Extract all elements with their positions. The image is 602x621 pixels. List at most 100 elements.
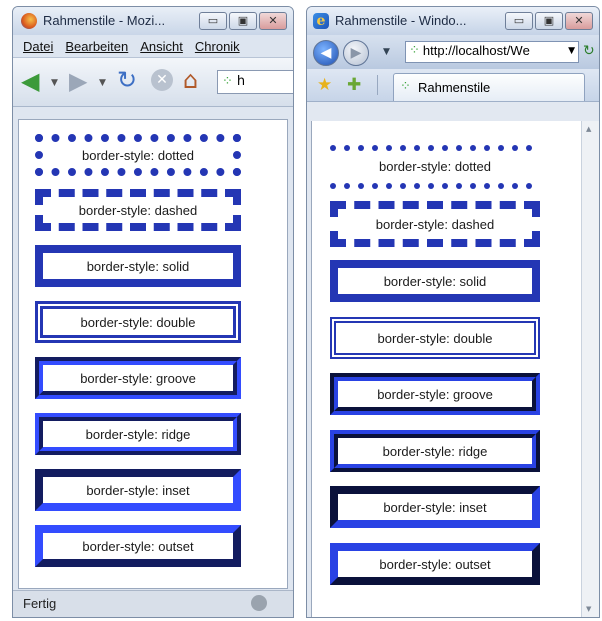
forward-arrow-icon[interactable]: ▶ (69, 67, 87, 95)
outset-box: border-style: outset (35, 525, 241, 567)
border-dot (428, 145, 434, 151)
favorites-star-icon[interactable]: ★ (317, 75, 332, 95)
stop-icon[interactable]: ✕ (151, 69, 173, 91)
url-dropdown-icon[interactable]: ▼ (568, 46, 575, 56)
border-dot (456, 183, 462, 189)
border-dot (358, 183, 364, 189)
dotted-box: border-style: dotted (35, 134, 241, 176)
border-dot (400, 145, 406, 151)
scroll-up-icon[interactable]: ▲ (586, 125, 591, 133)
firefox-window: Rahmenstile - Mozi... ▭ ▣ ✕ Datei Bearbe… (12, 6, 294, 618)
double-box: border-style: double (35, 301, 241, 343)
menu-bar: Datei Bearbeiten Ansicht Chronik (13, 35, 293, 58)
url-field[interactable]: ⁘ http://localhost/Wе ▼ (405, 41, 579, 63)
tab-row: ★ ✚ ⁘ Rahmenstile (307, 69, 599, 102)
firefox-page-content: border-style: dotted border-style: dashe… (18, 119, 288, 589)
border-dot (414, 145, 420, 151)
add-favorites-icon[interactable]: ✚ (347, 75, 361, 95)
close-button[interactable]: ✕ (259, 12, 287, 30)
url-text: http://localhost/Wе (422, 43, 530, 58)
border-dot (526, 145, 532, 151)
back-arrow-icon[interactable]: ◀ (21, 67, 39, 95)
refresh-icon[interactable]: ↻ (583, 43, 595, 59)
window-title: Rahmenstile - Mozi... (43, 13, 166, 28)
tab-label: Rahmenstile (418, 80, 491, 95)
window-controls: ▭ ▣ ✕ (199, 12, 287, 30)
border-dot (344, 145, 350, 151)
dashed-box: border-style: dashed (35, 189, 241, 231)
navigation-toolbar: ◀ ▼ ▶ ▼ ↻ ✕ ⌂ ⁘ h (13, 58, 293, 107)
border-dot (484, 145, 490, 151)
inset-box: border-style: inset (35, 469, 241, 511)
dashed-box: border-style: dashed (330, 201, 540, 247)
maximize-button[interactable]: ▣ (535, 12, 563, 30)
double-box: border-style: double (330, 317, 540, 359)
status-text: Fertig (23, 596, 57, 611)
border-dot (512, 183, 518, 189)
maximize-button[interactable]: ▣ (229, 12, 257, 30)
vertical-scrollbar[interactable]: ▲ ▼ (581, 121, 599, 617)
border-dot (330, 183, 336, 189)
border-dot (372, 183, 378, 189)
ie-app-icon: e (313, 13, 329, 29)
dashed-label: border-style: dashed (375, 216, 495, 232)
history-dropdown-icon[interactable]: ▼ (383, 47, 390, 57)
window-title: Rahmenstile - Windo... (335, 13, 467, 28)
back-arrow-icon[interactable]: ◀ (313, 40, 339, 66)
ie-page-content: border-style: dotted border-style: dashe… (311, 121, 581, 617)
border-dot (442, 183, 448, 189)
menu-datei[interactable]: Datei (23, 39, 53, 54)
firefox-titlebar: Rahmenstile - Mozi... ▭ ▣ ✕ (13, 7, 293, 35)
back-dropdown-icon[interactable]: ▼ (51, 78, 58, 88)
solid-box: border-style: solid (330, 260, 540, 302)
reload-icon[interactable]: ↻ (117, 66, 137, 94)
border-dot (330, 145, 336, 151)
url-field[interactable]: ⁘ h (217, 70, 293, 94)
groove-label: border-style: groove (80, 370, 196, 386)
border-dot (484, 183, 490, 189)
border-dot (386, 145, 392, 151)
menu-ansicht[interactable]: Ansicht (140, 39, 183, 54)
forward-dropdown-icon[interactable]: ▼ (99, 78, 106, 88)
outset-label: border-style: outset (379, 556, 491, 572)
border-dot (526, 183, 532, 189)
scroll-down-icon[interactable]: ▼ (586, 605, 591, 613)
border-dot (498, 183, 504, 189)
minimize-button[interactable]: ▭ (199, 12, 227, 30)
border-dot (470, 145, 476, 151)
solid-label: border-style: solid (86, 258, 190, 274)
site-favicon: ⁘ (409, 43, 420, 58)
home-icon[interactable]: ⌂ (183, 66, 198, 94)
dashed-label: border-style: dashed (78, 202, 198, 218)
tab-rahmenstile[interactable]: ⁘ Rahmenstile (393, 73, 585, 101)
border-dot (512, 145, 518, 151)
dotted-label: border-style: dotted (81, 147, 194, 163)
double-label: border-style: double (377, 330, 493, 346)
forward-arrow-icon[interactable]: ▶ (343, 40, 369, 66)
ridge-box: border-style: ridge (330, 430, 540, 472)
border-dot (344, 183, 350, 189)
border-dot (414, 183, 420, 189)
double-label: border-style: double (80, 314, 196, 330)
inset-label: border-style: inset (383, 499, 487, 515)
outset-label: border-style: outset (82, 538, 194, 554)
ridge-label: border-style: ridge (85, 426, 191, 442)
menu-chronik[interactable]: Chronik (195, 39, 240, 54)
dotted-label: border-style: dotted (378, 159, 491, 174)
border-dot (442, 145, 448, 151)
border-dot (358, 145, 364, 151)
menu-bearbeiten[interactable]: Bearbeiten (65, 39, 128, 54)
border-dot (470, 183, 476, 189)
ridge-label: border-style: ridge (382, 443, 488, 459)
solid-label: border-style: solid (383, 273, 487, 289)
site-favicon: ⁘ (222, 74, 233, 89)
groove-box: border-style: groove (330, 373, 540, 415)
border-dot (386, 183, 392, 189)
border-dot (456, 145, 462, 151)
tab-separator (377, 75, 378, 95)
border-dot (498, 145, 504, 151)
window-controls: ▭ ▣ ✕ (505, 12, 593, 30)
minimize-button[interactable]: ▭ (505, 12, 533, 30)
ridge-box: border-style: ridge (35, 413, 241, 455)
close-button[interactable]: ✕ (565, 12, 593, 30)
